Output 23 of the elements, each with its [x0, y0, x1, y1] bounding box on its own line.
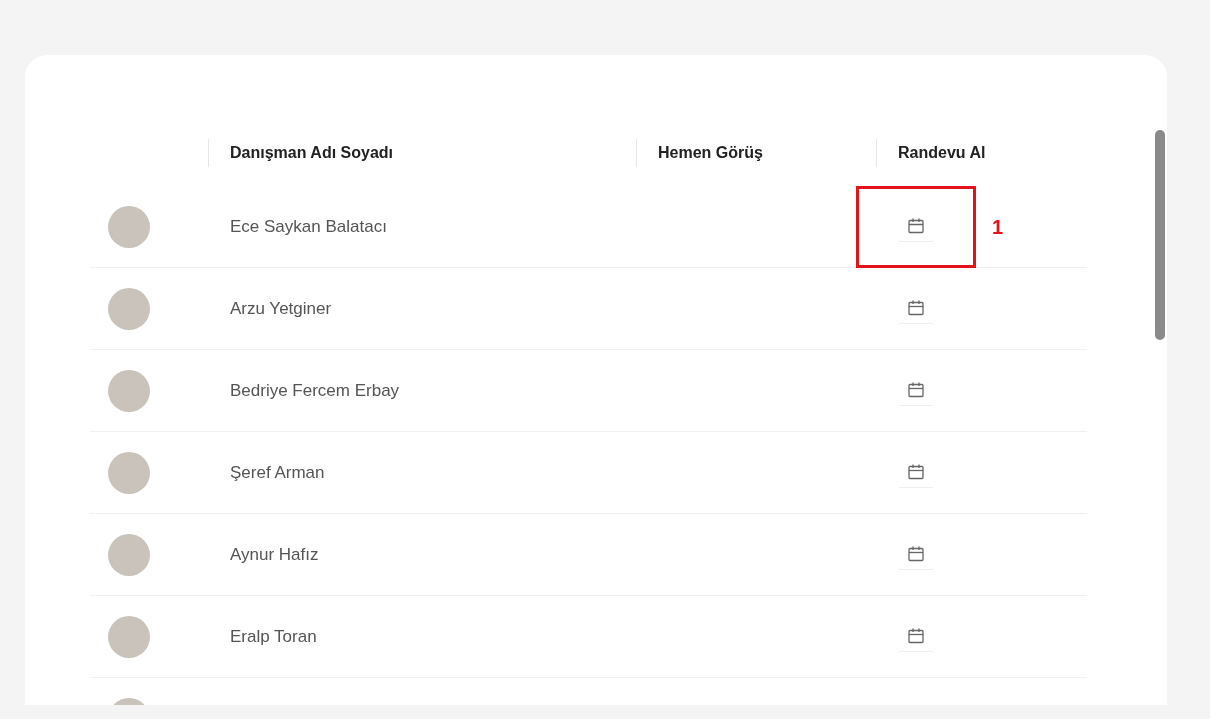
consultant-name[interactable]: Aynur Hafız	[230, 544, 319, 564]
consultant-name[interactable]: Arzu Yetginer	[230, 298, 332, 318]
avatar	[108, 369, 150, 412]
avatar	[108, 615, 150, 658]
avatar	[108, 205, 150, 248]
calendar-icon	[907, 381, 925, 399]
calendar-icon	[907, 299, 925, 317]
avatar	[108, 451, 150, 494]
consultant-name[interactable]: Bedriye Fercem Erbay	[230, 380, 400, 400]
annotation-number: 1	[992, 214, 1004, 240]
column-header: Randevu Al	[898, 143, 986, 163]
column-header: Hemen Görüş	[658, 143, 763, 163]
avatar	[108, 287, 150, 330]
calendar-icon	[907, 627, 925, 645]
column-header: Danışman Adı Soyadı	[230, 143, 393, 163]
consultant-name[interactable]: Eralp Toran	[230, 626, 317, 646]
consultant-name[interactable]: Ece Saykan Balatacı	[230, 216, 387, 236]
calendar-icon	[907, 463, 925, 481]
consultant-name[interactable]: Şeref Arman	[230, 462, 325, 482]
scrollbar[interactable]	[1155, 130, 1165, 340]
avatar	[108, 533, 150, 576]
calendar-icon	[907, 217, 925, 235]
calendar-icon	[907, 545, 925, 563]
